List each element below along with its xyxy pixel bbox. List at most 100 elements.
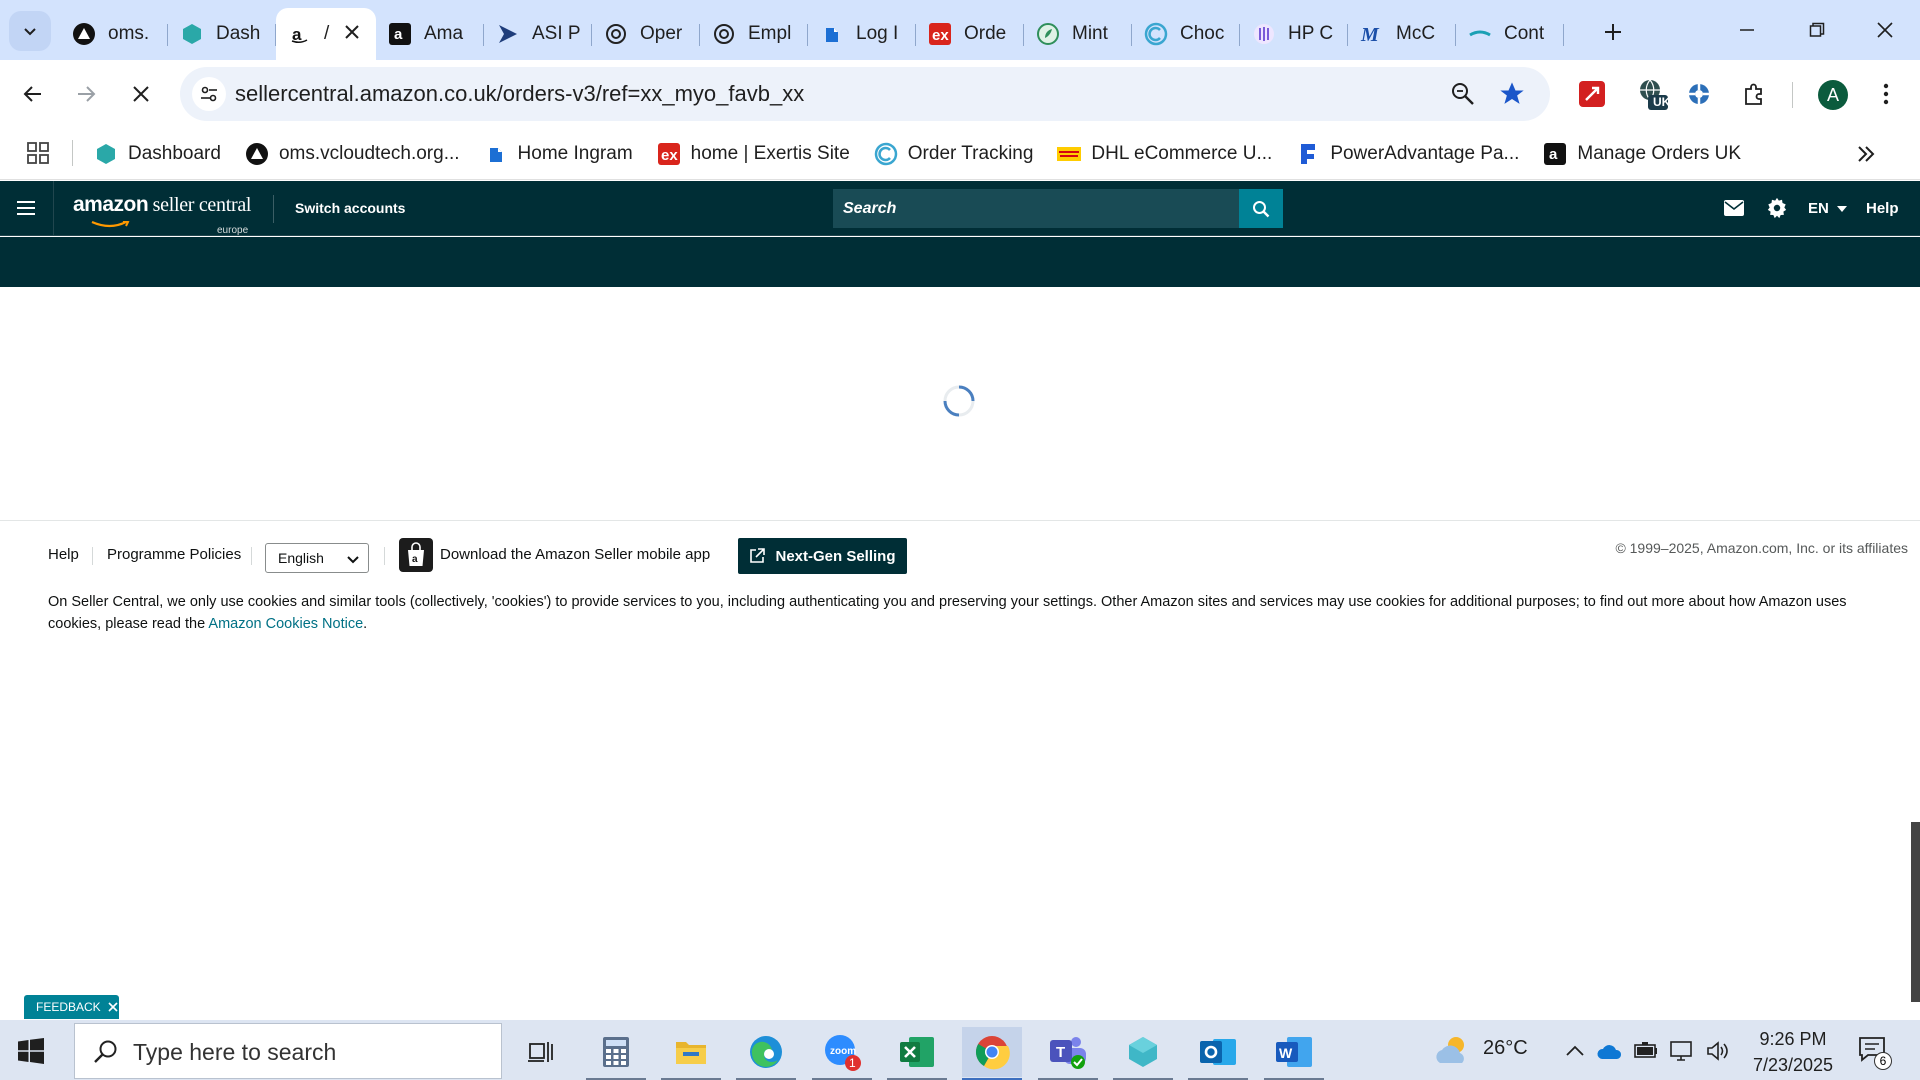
speaker-icon (1707, 1041, 1728, 1061)
cookies-notice-link[interactable]: Amazon Cookies Notice (208, 616, 363, 632)
zoom-badge: 1 (849, 1056, 856, 1070)
tab-choc[interactable]: Choc (1132, 12, 1240, 56)
taskbar-calculator[interactable] (586, 1027, 646, 1080)
tab-title: Mint (1072, 23, 1108, 44)
battery-tray[interactable] (1633, 1038, 1659, 1064)
zoom-icon[interactable] (1450, 81, 1476, 107)
uk-extension[interactable]: UK (1632, 78, 1672, 110)
page-scrollbar[interactable] (1911, 822, 1920, 1002)
back-button[interactable] (13, 74, 53, 114)
amazon-app-icon[interactable]: a (399, 538, 433, 572)
tab-cont[interactable]: Cont (1456, 12, 1564, 56)
taskbar-word[interactable]: W (1264, 1027, 1324, 1080)
tab-seller-central-active[interactable]: a / (276, 8, 376, 60)
bookmark-dashboard[interactable]: Dashboard (94, 139, 221, 169)
browser-menu-button[interactable] (1870, 78, 1902, 110)
extensions-button[interactable] (1738, 78, 1770, 110)
close-icon[interactable] (107, 1001, 119, 1013)
switch-accounts-link[interactable]: Switch accounts (295, 200, 405, 216)
address-bar[interactable]: sellercentral.amazon.co.uk/orders-v3/ref… (180, 67, 1550, 121)
tab-login[interactable]: Log I (808, 12, 916, 56)
footer-language-select[interactable]: English (265, 543, 369, 573)
new-tab-button[interactable] (1598, 17, 1628, 47)
taskbar-chrome[interactable] (962, 1027, 1022, 1080)
search-button[interactable] (1239, 189, 1283, 228)
bookmark-dhl[interactable]: DHL eCommerce U... (1057, 139, 1272, 169)
bookmark-home-ingram[interactable]: Home Ingram (484, 139, 633, 169)
svg-text:a: a (394, 26, 403, 43)
tab-amazon[interactable]: a Ama (376, 12, 484, 56)
helper-extension[interactable] (1683, 78, 1715, 110)
site-info-button[interactable] (192, 77, 226, 111)
tab-asi[interactable]: ASI P (484, 12, 592, 56)
taskbar-dashboard-app[interactable] (1113, 1027, 1173, 1080)
taskbar-outlook[interactable] (1188, 1027, 1248, 1080)
taskbar-edge[interactable] (736, 1027, 796, 1080)
tab-dashboard[interactable]: Dash (168, 12, 276, 56)
tab-mint[interactable]: Mint (1024, 12, 1132, 56)
feedback-tab[interactable]: FEEDBACK (24, 995, 119, 1019)
page-footer: Help Programme Policies English a Downlo… (48, 538, 1908, 574)
stop-loading-button[interactable] (121, 74, 161, 114)
taskbar-zoom[interactable]: zoom 1 (812, 1027, 872, 1080)
teams-icon: T (1050, 1037, 1086, 1069)
notification-center[interactable]: 6 (1858, 1036, 1892, 1070)
profile-avatar[interactable]: A (1818, 80, 1848, 110)
minimize-button[interactable] (1722, 12, 1772, 48)
amazon-smile-icon (91, 221, 130, 228)
tab-openai-1[interactable]: Oper (592, 12, 700, 56)
bookmark-poweradvantage[interactable]: PowerAdvantage Pa... (1296, 139, 1519, 169)
tab-openai-2[interactable]: Empl (700, 12, 808, 56)
bookmark-oms[interactable]: oms.vcloudtech.org... (245, 139, 460, 169)
programme-policies-link[interactable]: Programme Policies (107, 546, 241, 563)
acrobat-extension[interactable] (1576, 78, 1608, 110)
task-view-button[interactable] (510, 1027, 570, 1077)
network-tray[interactable] (1669, 1038, 1695, 1064)
tab-hp[interactable]: HP C (1240, 12, 1348, 56)
close-window-button[interactable] (1860, 12, 1910, 48)
bookmark-star-icon[interactable] (1498, 80, 1526, 108)
tab-oms[interactable]: oms. (60, 12, 168, 56)
double-chevron-right-icon[interactable] (1854, 142, 1878, 166)
onedrive-tray[interactable] (1597, 1038, 1623, 1064)
ingram-icon (820, 22, 844, 46)
forward-button[interactable] (66, 74, 106, 114)
settings-button[interactable] (1765, 196, 1789, 220)
download-app-link[interactable]: Download the Amazon Seller mobile app (440, 546, 710, 563)
taskbar-teams[interactable]: T (1038, 1027, 1098, 1080)
tab-search-button[interactable] (9, 11, 51, 51)
seller-central-logo[interactable]: amazon seller central europe (73, 193, 251, 236)
bookmark-order-tracking[interactable]: Order Tracking (874, 139, 1033, 169)
logo-word-amazon: amazon (73, 193, 149, 216)
tab-title: ASI P (532, 23, 581, 44)
bookmark-exertis[interactable]: ex home | Exertis Site (657, 139, 850, 169)
help-link[interactable]: Help (1866, 200, 1899, 217)
tab-mcc[interactable]: M McC (1348, 12, 1456, 56)
bookmark-manage-orders-uk[interactable]: a Manage Orders UK (1543, 139, 1741, 169)
hamburger-menu-icon[interactable] (14, 198, 38, 218)
apps-grid-icon[interactable] (26, 141, 50, 165)
restore-button[interactable] (1792, 12, 1842, 48)
outlook-icon (1200, 1039, 1236, 1065)
arrow-left-icon (23, 86, 41, 102)
next-gen-selling-button[interactable]: Next-Gen Selling (738, 538, 907, 574)
windows-start-icon[interactable] (18, 1038, 44, 1064)
word-icon: W (1276, 1037, 1312, 1067)
volume-tray[interactable] (1705, 1038, 1731, 1064)
taskbar-clock[interactable]: 9:26 PM 7/23/2025 (1738, 1026, 1848, 1078)
taskbar-search-box[interactable]: Type here to search (74, 1023, 502, 1079)
ingram-icon (484, 142, 508, 166)
amazon-icon: a (388, 22, 412, 46)
taskbar-excel[interactable] (887, 1027, 947, 1080)
language-switcher[interactable]: EN (1808, 200, 1848, 217)
show-hidden-icons[interactable] (1562, 1038, 1588, 1064)
weather-widget[interactable] (1434, 1033, 1472, 1067)
search-input[interactable] (833, 189, 1239, 228)
tab-orders[interactable]: ex Orde (916, 12, 1024, 56)
caret-down-icon (1837, 206, 1848, 212)
weather-temp[interactable]: 26°C (1483, 1037, 1528, 1060)
close-icon[interactable] (342, 22, 362, 42)
footer-help-link[interactable]: Help (48, 546, 79, 563)
taskbar-file-explorer[interactable] (661, 1027, 721, 1080)
messages-button[interactable] (1722, 196, 1746, 220)
